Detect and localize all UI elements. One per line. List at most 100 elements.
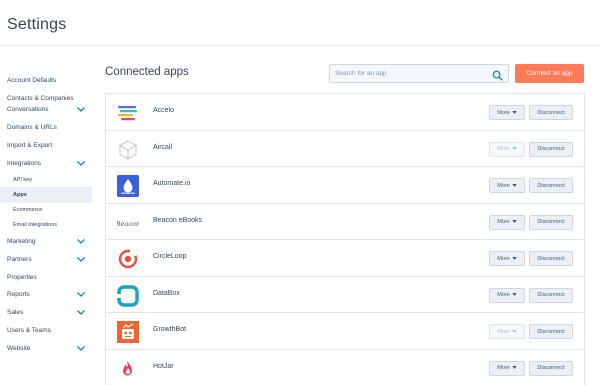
beacon-logo-icon: Beacon <box>117 212 139 234</box>
chevron-down-icon[interactable] <box>76 158 86 168</box>
more-label: More <box>497 182 510 189</box>
more-dropdown-button[interactable]: More <box>489 324 525 339</box>
sidebar-item-label: Marketing <box>7 237 36 245</box>
sidebar-item-ecommerce[interactable]: Ecommerce <box>0 202 92 218</box>
disconnect-button[interactable]: Disconnect <box>529 105 573 120</box>
disconnect-button[interactable]: Disconnect <box>529 178 573 193</box>
app-name: CircleLoop <box>153 253 187 260</box>
sidebar-item-label: Users & Teams <box>7 326 51 334</box>
more-dropdown-button[interactable]: More <box>489 214 525 230</box>
sidebar-item-apps[interactable]: Apps <box>0 187 92 203</box>
sidebar-item-label: Reports <box>7 290 30 298</box>
more-dropdown-button[interactable]: More <box>489 360 525 376</box>
sidebar-item-label: Partners <box>7 255 32 263</box>
app-name: GrowthBot <box>153 326 187 333</box>
app-search <box>329 64 509 83</box>
sidebar-item-account-defaults[interactable]: Account Defaults <box>0 72 92 88</box>
sidebar-item-label: Properties <box>7 273 37 281</box>
app-name: Aircall <box>153 143 173 151</box>
more-dropdown-button[interactable]: More <box>489 251 525 266</box>
app-row: Automate.io More Disconnect <box>106 167 584 204</box>
more-dropdown-button[interactable]: More <box>489 105 525 120</box>
more-label: More <box>497 365 510 371</box>
page-header: Settings <box>0 0 600 46</box>
circleloop-logo-icon <box>117 248 139 270</box>
app-name: Beacon eBooks <box>153 216 203 224</box>
sidebar-item-email-integrations[interactable]: Email Integrations <box>0 217 92 233</box>
app-list: Accelo More Disconnect Aircall More Disconnec… <box>105 93 585 385</box>
chevron-down-icon[interactable] <box>76 236 86 246</box>
caret-down-icon <box>512 256 517 262</box>
sidebar-item-properties[interactable]: Properties <box>0 269 92 285</box>
disconnect-button[interactable]: Disconnect <box>529 214 573 230</box>
sidebar-item-website[interactable]: Website <box>0 340 92 356</box>
app-name: HotJar <box>153 362 174 370</box>
beacon-logo-text: Beacon <box>117 220 139 228</box>
more-label: More <box>497 292 510 298</box>
sidebar-item-sales[interactable]: Sales <box>0 304 92 320</box>
sidebar-item-label: Email Integrations <box>13 222 58 228</box>
sidebar-item-label: Apps <box>13 192 27 198</box>
sidebar-item-partners[interactable]: Partners <box>0 251 92 267</box>
sidebar-item-conversations[interactable]: Conversations <box>0 101 92 117</box>
hotjar-logo-icon <box>117 358 139 380</box>
disconnect-button[interactable]: Disconnect <box>529 360 573 376</box>
sidebar-item-label: Sales <box>7 308 24 316</box>
sidebar-item-label: Account Defaults <box>7 76 57 84</box>
sidebar-item-label: Conversations <box>7 105 49 113</box>
app-row: Aircall More Disconnect <box>106 131 584 167</box>
search-icon[interactable] <box>492 68 503 81</box>
caret-down-icon <box>512 110 517 116</box>
sidebar-item-marketing[interactable]: Marketing <box>0 233 92 249</box>
growthbot-logo-icon <box>117 321 139 343</box>
chevron-down-icon[interactable] <box>76 289 86 299</box>
connect-app-button[interactable]: Connect an app <box>515 64 584 83</box>
databox-logo-icon <box>117 284 139 307</box>
more-label: More <box>497 328 510 335</box>
more-label: More <box>497 109 510 116</box>
more-dropdown-button[interactable]: More <box>489 141 525 157</box>
chevron-down-icon[interactable] <box>76 343 86 353</box>
aircall-logo-icon <box>117 139 139 161</box>
sidebar-item-label: API key <box>13 177 32 183</box>
caret-down-icon <box>512 146 517 152</box>
caret-down-icon <box>512 365 517 371</box>
sidebar-item-import-export[interactable]: Import & Export <box>0 137 92 153</box>
search-input[interactable] <box>330 65 490 82</box>
app-row: HotJar More Disconnect <box>106 350 584 385</box>
caret-down-icon <box>512 329 517 335</box>
chevron-down-icon[interactable] <box>76 254 86 264</box>
sidebar-item-label: Website <box>7 344 31 352</box>
app-row: CircleLoop More Disconnect <box>106 240 584 277</box>
app-row: Beacon Beacon eBooks More Disconnect <box>106 204 584 240</box>
chevron-down-icon[interactable] <box>76 307 86 317</box>
disconnect-button[interactable]: Disconnect <box>529 287 573 303</box>
app-name: DataBox <box>153 289 180 297</box>
automate-io-logo-icon <box>117 175 139 197</box>
app-name: Automate.io <box>153 180 191 187</box>
more-label: More <box>497 255 510 262</box>
app-row: DataBox More Disconnect <box>106 277 584 313</box>
caret-down-icon <box>512 292 517 298</box>
app-row: GrowthBot More Disconnect <box>106 313 584 350</box>
more-label: More <box>497 219 510 225</box>
more-dropdown-button[interactable]: More <box>489 287 525 303</box>
disconnect-button[interactable]: Disconnect <box>529 141 573 157</box>
caret-down-icon <box>512 219 517 225</box>
app-row: Accelo More Disconnect <box>106 94 584 131</box>
sidebar-item-label: Ecommerce <box>13 207 43 213</box>
sidebar-item-users-teams[interactable]: Users & Teams <box>0 322 92 338</box>
sidebar-item-label: Domains & URLs <box>7 123 57 131</box>
more-label: More <box>497 146 510 152</box>
sidebar-item-integrations[interactable]: Integrations <box>0 155 92 171</box>
more-dropdown-button[interactable]: More <box>489 178 525 193</box>
disconnect-button[interactable]: Disconnect <box>529 251 573 266</box>
sidebar-item-domains-urls[interactable]: Domains & URLs <box>0 119 92 135</box>
chevron-down-icon[interactable] <box>76 104 86 114</box>
disconnect-button[interactable]: Disconnect <box>529 324 573 339</box>
accelo-logo-icon <box>117 102 139 124</box>
caret-down-icon <box>512 183 517 189</box>
sidebar-item-reports[interactable]: Reports <box>0 286 92 302</box>
sidebar-item-api-key[interactable]: API key <box>0 172 92 188</box>
app-name: Accelo <box>153 107 175 114</box>
